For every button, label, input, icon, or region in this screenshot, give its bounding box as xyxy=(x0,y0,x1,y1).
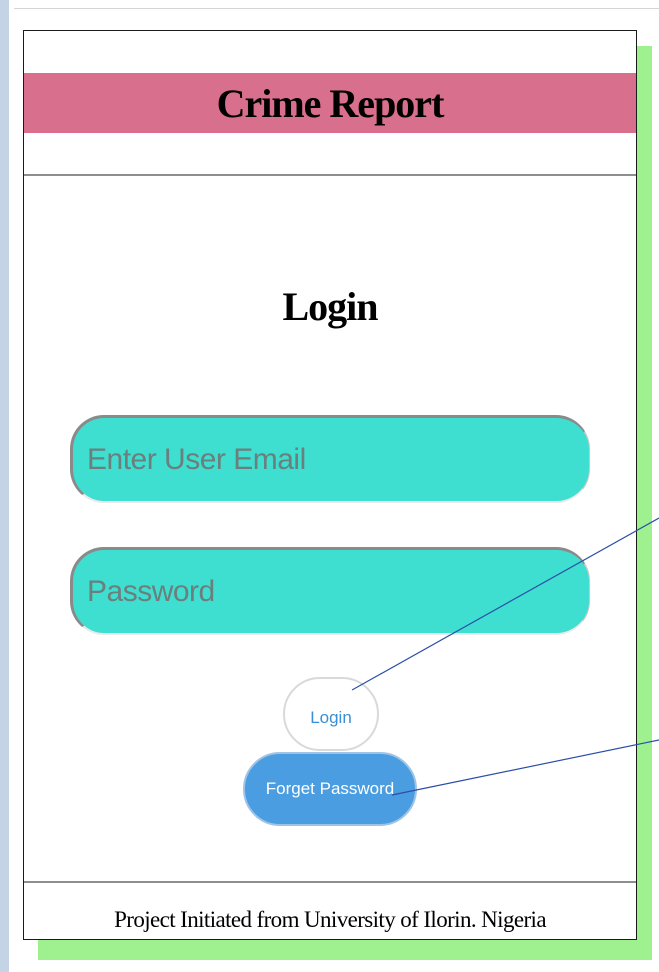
app-title: Crime Report xyxy=(216,80,445,126)
header-divider xyxy=(24,174,636,176)
login-button[interactable]: Login xyxy=(283,677,379,751)
editor-gutter-margin xyxy=(9,0,14,972)
page-top-rule xyxy=(14,8,659,9)
app-header-banner: Crime Report xyxy=(24,73,636,133)
footer-text: Project Initiated from University of Ilo… xyxy=(114,907,546,932)
forgot-password-button[interactable]: Forget Password xyxy=(243,752,417,826)
email-field[interactable] xyxy=(70,415,590,503)
mockup-frame: Crime Report Login Login Forget Password… xyxy=(23,30,637,940)
password-field[interactable] xyxy=(70,547,590,635)
page-title: Login xyxy=(282,284,378,329)
footer-divider xyxy=(24,881,636,883)
